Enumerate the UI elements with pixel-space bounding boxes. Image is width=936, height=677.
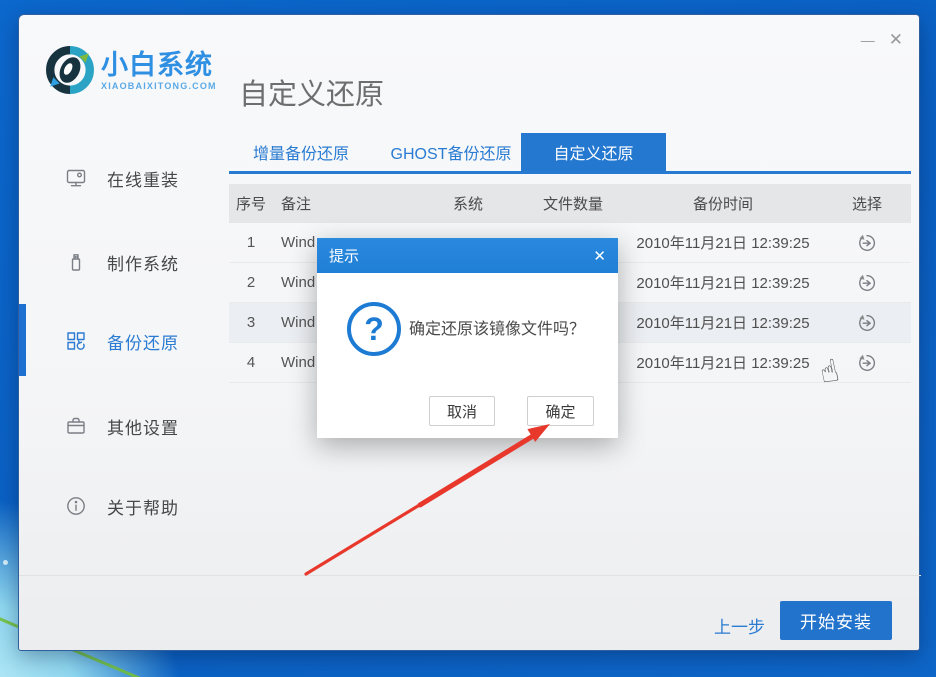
sidebar-item-label: 其他设置 (107, 414, 179, 439)
table-header-row: 序号 备注 系统 文件数量 备份时间 选择 (229, 184, 911, 223)
sidebar-item-make-system[interactable]: 制作系统 (65, 245, 225, 279)
page-title: 自定义还原 (239, 71, 384, 113)
tab-ghost-backup-restore[interactable]: GHOST备份还原 (381, 133, 521, 171)
restore-icon[interactable] (856, 312, 878, 334)
briefcase-icon (65, 415, 87, 437)
close-icon[interactable]: ✕ (889, 31, 903, 48)
footer-divider (19, 575, 921, 576)
sidebar-item-online-reinstall[interactable]: 在线重装 (65, 161, 225, 195)
row-index: 4 (229, 354, 273, 371)
row-backup-time: 2010年11月21日 12:39:25 (623, 312, 823, 333)
sidebar-item-backup-restore[interactable]: 备份还原 (65, 324, 225, 358)
dialog-close-icon[interactable]: ✕ (593, 247, 606, 265)
dialog-title: 提示 (329, 245, 593, 266)
sidebar-item-label: 备份还原 (107, 329, 179, 354)
restore-icon[interactable] (856, 232, 878, 254)
brand-name: 小白系统 (101, 50, 217, 80)
column-header-backup-time: 备份时间 (623, 193, 823, 214)
row-index: 2 (229, 274, 273, 291)
column-header-index: 序号 (229, 193, 273, 214)
usb-icon (65, 251, 87, 273)
column-header-select: 选择 (823, 193, 911, 214)
row-backup-time: 2010年11月21日 12:39:25 (623, 232, 823, 253)
tab-custom-restore[interactable]: 自定义还原 (521, 133, 666, 171)
dialog-message: 确定还原该镜像文件吗？ (409, 318, 609, 342)
row-backup-time: 2010年11月21日 12:39:25 (623, 272, 823, 293)
tab-incremental-backup-restore[interactable]: 增量备份还原 (241, 133, 361, 171)
sidebar-item-about-help[interactable]: 关于帮助 (65, 489, 225, 523)
active-item-accent-bar (19, 304, 26, 376)
row-index: 3 (229, 314, 273, 331)
restore-icon[interactable] (856, 352, 878, 374)
brand-logo: 小白系统 XIAOBAIXITONG.COM (45, 45, 217, 95)
wallpaper-light-speck (3, 560, 8, 565)
sidebar-item-label: 制作系统 (107, 250, 179, 275)
sidebar-item-other-settings[interactable]: 其他设置 (65, 409, 225, 443)
brand-text: 小白系统 XIAOBAIXITONG.COM (101, 50, 217, 91)
brand-domain: XIAOBAIXITONG.COM (101, 81, 217, 91)
column-header-note: 备注 (273, 193, 413, 214)
confirm-button[interactable]: 确定 (527, 396, 594, 426)
confirm-dialog: 提示 ✕ ? 确定还原该镜像文件吗？ 取消 确定 (317, 238, 618, 438)
monitor-icon (65, 167, 87, 189)
sidebar-item-label: 关于帮助 (107, 494, 179, 519)
cancel-button[interactable]: 取消 (429, 396, 495, 426)
window-controls: — ✕ (861, 31, 903, 48)
restore-icon[interactable] (856, 272, 878, 294)
minimize-icon[interactable]: — (861, 33, 873, 47)
grid-restore-icon (65, 330, 87, 352)
start-install-button[interactable]: 开始安装 (780, 601, 892, 640)
sidebar-item-label: 在线重装 (107, 166, 179, 191)
tab-bar: 增量备份还原 GHOST备份还原 自定义还原 (229, 133, 911, 174)
brand-logo-icon (45, 45, 95, 95)
dialog-header: 提示 ✕ (317, 238, 618, 273)
column-header-file-count: 文件数量 (523, 193, 623, 214)
row-index: 1 (229, 234, 273, 251)
row-backup-time: 2010年11月21日 12:39:25 (623, 352, 823, 373)
question-mark-icon: ? (347, 302, 401, 356)
info-icon (65, 495, 87, 517)
column-header-system: 系统 (413, 193, 523, 214)
back-button[interactable]: 上一步 (714, 613, 765, 638)
